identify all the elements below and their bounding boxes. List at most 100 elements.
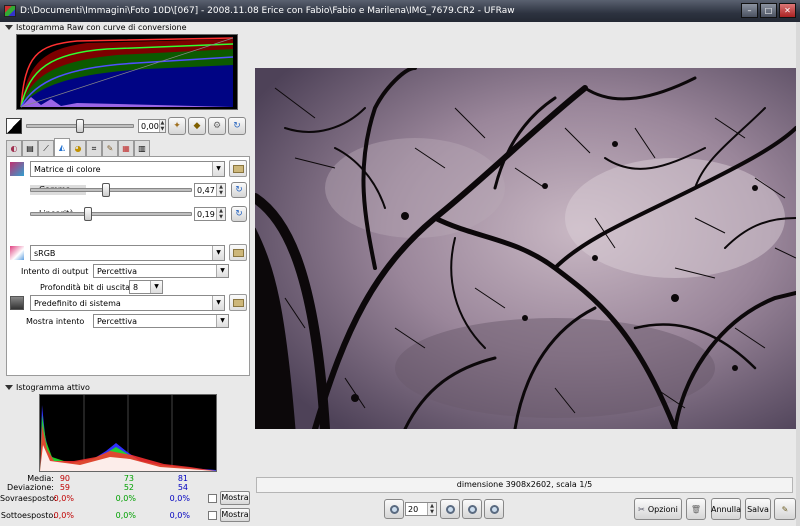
deviation-label: Deviazione: [7, 483, 54, 492]
underexposed-label: Sottoesposto: [0, 511, 56, 520]
expander-arrow-icon [5, 25, 13, 30]
display-profile-folder-button[interactable] [229, 294, 247, 311]
input-profile-value: Matrice di colore [34, 164, 101, 174]
overexposed-show-button[interactable]: Mostra [220, 491, 250, 505]
save-button[interactable]: Salva [745, 498, 771, 520]
output-intent-value: Percettiva [97, 266, 138, 276]
ufraw-app-icon [4, 5, 16, 17]
bottom-toolbar: 20 ▲ ▼ ✂ Opzioni 🗑 Annulla Salva ✎ [255, 496, 800, 526]
display-profile-icon [10, 296, 24, 310]
folder-icon [232, 164, 244, 173]
dropdown-arrow-icon: ▼ [212, 246, 224, 260]
cancel-button[interactable]: Annulla [711, 498, 741, 520]
color-management-panel: Matrice di colore▼ Gamma 0,47 ▲▼ ↻ Linea… [6, 156, 250, 376]
gamma-slider-thumb[interactable] [102, 183, 110, 197]
reset-exposure-button[interactable]: ↻ [228, 117, 246, 135]
calendar-icon: ▦ [122, 144, 130, 153]
delete-button[interactable]: 🗑 [686, 498, 706, 520]
output-intent-label: Intento di output [21, 267, 89, 276]
tab-transform[interactable]: ⌗ [86, 140, 102, 156]
tab-color-management[interactable]: ◭ [54, 138, 70, 156]
gear-icon: ⚙ [212, 121, 222, 131]
dropdown-arrow-icon: ▼ [212, 162, 224, 176]
options-icon: ✂ [638, 504, 645, 514]
exposure-spinbox[interactable]: 0,00 ▲ ▼ [138, 119, 166, 133]
overexposed-red: 0,0% [53, 494, 74, 503]
zoom-fit-icon [467, 504, 477, 514]
underexposed-show-button[interactable]: Mostra [220, 508, 250, 522]
curve-icon: ⟋ [43, 143, 49, 153]
zoom-100-button[interactable] [484, 499, 504, 519]
wand-icon: ✦ [173, 121, 181, 131]
input-profile-folder-button[interactable] [229, 160, 247, 177]
exposure-row: 0,00 ▲ ▼ ✦ ◆ ⚙ ↻ [6, 117, 250, 135]
preview-tree-silhouette [255, 68, 796, 429]
tab-white-balance[interactable]: ◐ [6, 140, 22, 156]
tab-grayscale[interactable]: ▤ [22, 140, 38, 156]
send-to-gimp-button[interactable]: ✎ [774, 498, 796, 520]
linearity-reset-button[interactable]: ↻ [231, 206, 247, 222]
overexposed-checkbox[interactable] [208, 494, 217, 503]
clip-icon: ◆ [193, 121, 201, 131]
gamma-spinbox[interactable]: 0,47 ▲ ▼ [194, 183, 226, 197]
output-profile-select[interactable]: sRGB ▼ [30, 245, 225, 261]
zoom-in-button[interactable] [440, 499, 460, 519]
dropdown-arrow-icon: ▼ [150, 281, 162, 293]
clipping-button[interactable]: ◆ [188, 117, 206, 135]
exposure-slider-thumb[interactable] [76, 119, 84, 133]
wb-icon: ◐ [10, 144, 18, 153]
spin-arrows-icon: ▲ ▼ [216, 208, 225, 220]
output-profile-folder-button[interactable] [229, 244, 247, 261]
input-profile-select[interactable]: Matrice di colore ▼ [30, 161, 225, 177]
tab-curves[interactable]: ⟋ [38, 140, 54, 156]
linearity-spinbox[interactable]: 0,19 ▲ ▼ [194, 207, 226, 221]
raw-histogram-curves [17, 35, 237, 109]
output-profile-icon [10, 246, 24, 260]
folder-icon [232, 248, 244, 257]
refresh-icon: ↻ [235, 185, 243, 195]
options-label: Opzioni [647, 504, 678, 514]
close-button[interactable]: ✕ [779, 3, 796, 18]
active-histogram-expander[interactable]: Istogramma attivo [5, 382, 90, 394]
minimize-button[interactable]: – [741, 3, 758, 18]
image-preview[interactable] [255, 68, 796, 429]
zoom-in-icon [445, 504, 455, 514]
linearity-slider[interactable] [30, 207, 192, 221]
display-intent-select[interactable]: Percettiva ▼ [93, 314, 229, 328]
display-profile-select[interactable]: Predefinito di sistema ▼ [30, 295, 225, 311]
mean-blue: 81 [177, 474, 188, 483]
zoom-fit-button[interactable] [462, 499, 482, 519]
display-profile-value: Predefinito di sistema [34, 298, 121, 308]
tab-exif[interactable]: ▦ [118, 140, 134, 156]
dropdown-arrow-icon: ▼ [216, 315, 228, 327]
gamma-slider[interactable] [30, 183, 192, 197]
dropdown-arrow-icon: ▼ [212, 296, 224, 310]
raw-histogram[interactable] [16, 34, 238, 110]
tab-info[interactable]: ▥ [134, 140, 150, 156]
zoom-value: 20 [408, 504, 419, 514]
exposure-slider[interactable] [26, 119, 134, 133]
refresh-icon: ↻ [235, 209, 243, 219]
output-intent-select[interactable]: Percettiva ▼ [93, 264, 229, 278]
maximize-button[interactable]: □ [760, 3, 777, 18]
bit-depth-select[interactable]: 8 ▼ [129, 280, 163, 294]
active-histogram[interactable] [39, 394, 217, 472]
overexposed-label: Sovraesposto: [0, 494, 57, 503]
linearity-slider-thumb[interactable] [84, 207, 92, 221]
gamma-reset-button[interactable]: ↻ [231, 182, 247, 198]
zoom-100-icon [489, 504, 499, 514]
raw-histogram-expander[interactable]: Istogramma Raw con curve di conversione [5, 22, 187, 34]
gimp-icon: ✎ [781, 504, 789, 514]
tab-corrections[interactable]: ◕ [70, 140, 86, 156]
grayscale-icon: ▤ [26, 144, 34, 153]
gear-button[interactable]: ⚙ [208, 117, 226, 135]
zoom-out-button[interactable] [384, 499, 404, 519]
underexposed-checkbox[interactable] [208, 511, 217, 520]
exposure-icon [6, 118, 22, 134]
zoom-spinbox[interactable]: 20 ▲ ▼ [405, 502, 437, 516]
auto-adjust-button[interactable]: ✦ [168, 117, 186, 135]
tab-save[interactable]: ✎ [102, 140, 118, 156]
lens-icon: ◕ [74, 144, 82, 153]
options-button[interactable]: ✂ Opzioni [634, 498, 682, 520]
input-profile-icon [10, 162, 24, 176]
